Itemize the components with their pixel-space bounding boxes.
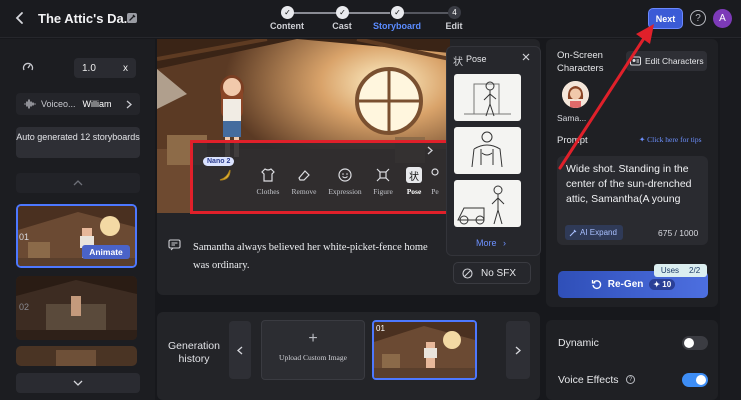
more-poses-link[interactable]: More › [476, 238, 506, 248]
prompt-text[interactable]: Wide shot. Standing in the center of the… [566, 162, 704, 207]
dynamic-toggle[interactable] [682, 336, 708, 350]
back-arrow-icon[interactable] [12, 10, 28, 26]
no-sfx-button[interactable]: No SFX [453, 262, 531, 284]
chevron-up-icon [73, 180, 83, 186]
uses-value: 2/2 [689, 266, 701, 275]
highlight-frame [190, 140, 451, 214]
step-connector [345, 12, 390, 14]
chevron-left-icon [237, 346, 243, 354]
pose-option[interactable] [454, 127, 521, 174]
chevron-right-icon: › [503, 238, 507, 248]
uses-badge: Uses 2/2 [654, 264, 707, 277]
prompt-label: Prompt [557, 135, 588, 146]
right-gutter [720, 39, 741, 400]
chevron-right-icon [515, 346, 521, 354]
step-cast-check-icon[interactable]: ✓ [336, 6, 349, 19]
tips-link[interactable]: ✦ Click here for tips [639, 135, 702, 144]
regen-cost-value: 10 [662, 280, 672, 289]
edit-characters-button[interactable]: Edit Characters [626, 51, 707, 71]
on-screen-characters-label: On-Screen Characters [557, 50, 604, 74]
waveform-icon [24, 99, 36, 109]
speed-gauge-icon [22, 61, 34, 73]
regen-label: Re-Gen [607, 279, 644, 290]
upload-label: Upload Custom Image [279, 353, 347, 362]
history-prev-button[interactable] [229, 321, 251, 379]
storyboard-thumb-03[interactable] [16, 346, 137, 366]
pose-panel-title: Pose [466, 54, 487, 64]
user-avatar[interactable]: A [713, 9, 732, 28]
effects-panel [546, 320, 718, 400]
animate-button[interactable]: Animate [82, 245, 130, 259]
thumb-number: 02 [19, 302, 30, 312]
help-icon[interactable]: ? [690, 10, 706, 26]
voiceover-name: William [82, 99, 112, 109]
step-content-check-icon[interactable]: ✓ [281, 6, 294, 19]
character-avatar[interactable] [562, 81, 589, 108]
scroll-up-button[interactable] [16, 173, 140, 193]
subtitle-icon [168, 239, 181, 251]
pose-option[interactable] [454, 74, 521, 121]
voice-effects-toggle[interactable] [682, 373, 708, 387]
storyboard-thumb-02[interactable] [16, 276, 137, 340]
next-button[interactable]: Next [648, 8, 683, 29]
tips-label: Click here for tips [647, 135, 702, 144]
chevron-right-icon [126, 100, 132, 109]
pose-option[interactable] [454, 180, 521, 227]
uses-label: Uses [660, 266, 680, 275]
dynamic-label: Dynamic [558, 337, 599, 349]
auto-generated-note: Auto generated 12 storyboards [16, 127, 140, 158]
generation-history-label: Generation history [168, 340, 220, 365]
scene-caption[interactable]: Samantha always believed her white-picke… [193, 239, 443, 275]
magic-wand-icon [569, 229, 577, 237]
voice-effects-label: Voice Effects [558, 374, 619, 386]
project-title: The Attic's Da... [38, 11, 135, 26]
plus-icon: + [308, 330, 318, 347]
upload-custom-image-button[interactable]: + Upload Custom Image [261, 320, 365, 380]
voiceover-selector[interactable]: Voiceo... William [16, 93, 140, 115]
step-edit-label[interactable]: Edit [419, 21, 489, 31]
history-thumb-number: 01 [376, 324, 385, 333]
history-thumb[interactable] [372, 320, 477, 380]
character-count: 675 / 1000 [658, 228, 699, 238]
sfx-icon [462, 267, 473, 279]
no-sfx-label: No SFX [481, 267, 517, 279]
step-connector [400, 12, 450, 14]
pose-icon: 状 [453, 57, 463, 68]
close-icon[interactable] [522, 53, 530, 61]
toggle-knob [684, 338, 694, 348]
voiceover-label: Voiceo... [41, 99, 76, 109]
ai-expand-label: AI Expand [580, 228, 617, 237]
sparkle-icon: ✦ [639, 135, 646, 144]
speed-suffix: x [123, 62, 128, 74]
regenerate-icon [591, 279, 602, 290]
characters-icon [630, 56, 641, 66]
regen-cost-badge: ✦ 10 [649, 279, 676, 290]
speed-value: 1.0 [82, 62, 96, 74]
edit-characters-label: Edit Characters [645, 56, 704, 66]
history-next-button[interactable] [506, 321, 530, 379]
scroll-down-button[interactable] [16, 373, 140, 393]
character-name: Sama... [557, 113, 587, 123]
thumb-number: 01 [19, 232, 30, 242]
step-edit-number[interactable]: 4 [448, 6, 461, 19]
speed-input[interactable]: 1.0 x [74, 58, 136, 78]
toggle-knob [696, 375, 706, 385]
edit-pencil-icon[interactable] [126, 12, 138, 24]
ai-expand-button[interactable]: AI Expand [565, 225, 623, 240]
info-icon[interactable]: ? [626, 375, 635, 384]
step-storyboard-check-icon[interactable]: ✓ [391, 6, 404, 19]
more-label: More [476, 238, 497, 248]
chevron-down-icon [73, 380, 83, 386]
